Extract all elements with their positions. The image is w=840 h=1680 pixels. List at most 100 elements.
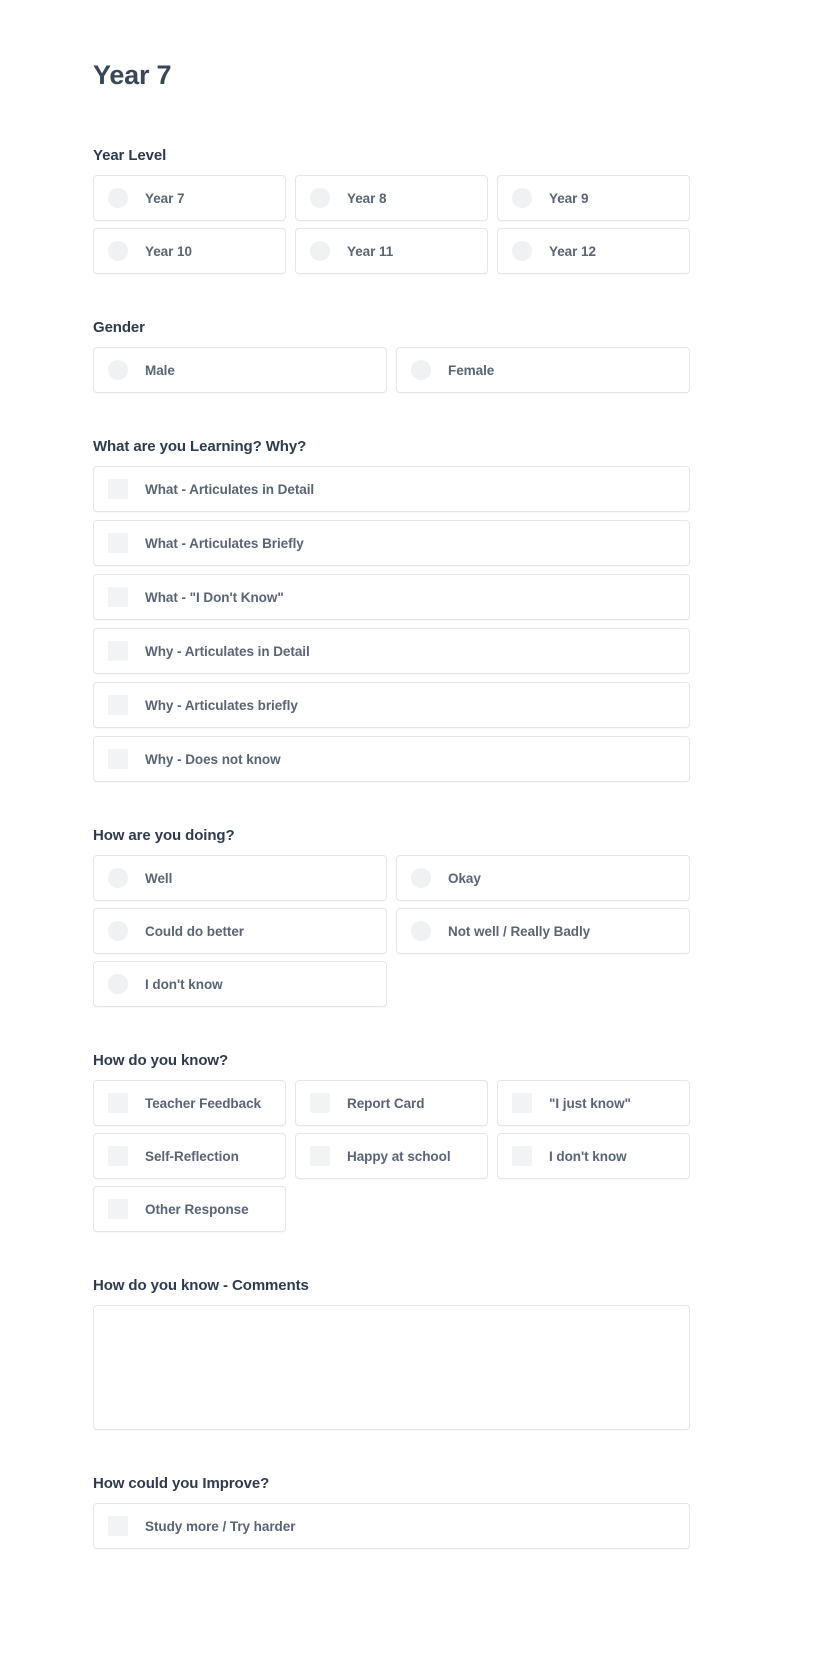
- radio-button-icon[interactable]: [310, 241, 330, 262]
- radio-button-icon[interactable]: [108, 974, 128, 995]
- option-label: Why - Articulates in Detail: [145, 643, 310, 659]
- section-title-how-do-you-know-comments: How do you know - Comments: [93, 1277, 309, 1295]
- option-label: Teacher Feedback: [145, 1095, 262, 1111]
- option-grid-how-do-you-know: Teacher Feedback Report Card "I just know"…: [93, 1080, 690, 1233]
- option-how-are-you-doing-2[interactable]: Could do better: [93, 908, 387, 955]
- radio-button-icon[interactable]: [310, 188, 330, 209]
- option-what-are-you-learning-why-2[interactable]: What - "I Don't Know": [93, 574, 690, 621]
- checkbox-icon[interactable]: [512, 1146, 532, 1167]
- option-label: Happy at school: [347, 1148, 451, 1164]
- option-how-could-you-improve-0[interactable]: Study more / Try harder: [93, 1503, 690, 1550]
- option-label: Report Card: [347, 1095, 425, 1111]
- form-page: Year 7 Year Level Year 7 Year 8 Year 9 Year …: [0, 0, 840, 1680]
- option-how-do-you-know-4[interactable]: Happy at school: [295, 1133, 488, 1180]
- option-label: Why - Does not know: [145, 751, 281, 767]
- option-what-are-you-learning-why-0[interactable]: What - Articulates in Detail: [93, 466, 690, 513]
- checkbox-icon[interactable]: [108, 587, 128, 608]
- radio-button-icon[interactable]: [411, 921, 431, 942]
- option-how-are-you-doing-0[interactable]: Well: [93, 855, 387, 902]
- option-label: Year 10: [145, 243, 192, 259]
- option-label: Other Response: [145, 1201, 249, 1217]
- option-label: Year 12: [549, 243, 596, 259]
- checkbox-icon[interactable]: [108, 1199, 128, 1220]
- checkbox-icon[interactable]: [108, 695, 128, 716]
- option-year-level-4[interactable]: Year 11: [295, 228, 488, 275]
- option-label: Male: [145, 362, 175, 378]
- option-label: Year 9: [549, 190, 589, 206]
- radio-button-icon[interactable]: [411, 360, 431, 381]
- option-label: Could do better: [145, 923, 244, 939]
- form-sections: Year Level Year 7 Year 8 Year 9 Year 10 Year …: [93, 147, 690, 1550]
- option-label: I don't know: [549, 1148, 627, 1164]
- option-grid-how-could-you-improve: Study more / Try harder: [93, 1503, 690, 1550]
- option-label: Year 11: [347, 243, 394, 259]
- checkbox-icon[interactable]: [108, 479, 128, 500]
- section-title-year-level: Year Level: [93, 147, 167, 165]
- section-how-do-you-know-comments: How do you know - Comments: [93, 1277, 690, 1431]
- option-how-are-you-doing-1[interactable]: Okay: [396, 855, 690, 902]
- option-how-do-you-know-3[interactable]: Self-Reflection: [93, 1133, 286, 1180]
- option-how-do-you-know-6[interactable]: Other Response: [93, 1186, 286, 1233]
- section-title-how-are-you-doing: How are you doing?: [93, 827, 235, 845]
- option-label: Not well / Really Badly: [448, 923, 591, 939]
- checkbox-icon[interactable]: [310, 1093, 330, 1114]
- radio-button-icon[interactable]: [108, 360, 128, 381]
- option-grid-year-level: Year 7 Year 8 Year 9 Year 10 Year 11 Year 12: [93, 175, 690, 275]
- option-label: Year 8: [347, 190, 387, 206]
- option-label: Female: [448, 362, 495, 378]
- option-year-level-5[interactable]: Year 12: [497, 228, 690, 275]
- radio-button-icon[interactable]: [512, 241, 532, 262]
- radio-button-icon[interactable]: [411, 868, 431, 889]
- option-label: Okay: [448, 870, 481, 886]
- radio-button-icon[interactable]: [108, 188, 128, 209]
- option-what-are-you-learning-why-3[interactable]: Why - Articulates in Detail: [93, 628, 690, 675]
- option-gender-0[interactable]: Male: [93, 347, 387, 394]
- section-year-level: Year Level Year 7 Year 8 Year 9 Year 10 Year …: [93, 147, 690, 275]
- option-label: What - Articulates Briefly: [145, 535, 304, 551]
- option-how-do-you-know-1[interactable]: Report Card: [295, 1080, 488, 1127]
- section-title-how-do-you-know: How do you know?: [93, 1052, 229, 1070]
- option-year-level-3[interactable]: Year 10: [93, 228, 286, 275]
- option-what-are-you-learning-why-1[interactable]: What - Articulates Briefly: [93, 520, 690, 567]
- option-what-are-you-learning-why-4[interactable]: Why - Articulates briefly: [93, 682, 690, 729]
- option-how-do-you-know-2[interactable]: "I just know": [497, 1080, 690, 1127]
- option-how-do-you-know-0[interactable]: Teacher Feedback: [93, 1080, 286, 1127]
- radio-button-icon[interactable]: [108, 241, 128, 262]
- option-how-are-you-doing-3[interactable]: Not well / Really Badly: [396, 908, 690, 955]
- option-label: Self-Reflection: [145, 1148, 239, 1164]
- option-how-do-you-know-5[interactable]: I don't know: [497, 1133, 690, 1180]
- option-year-level-2[interactable]: Year 9: [497, 175, 690, 222]
- option-grid-what-are-you-learning-why: What - Articulates in Detail What - Artic…: [93, 466, 690, 783]
- option-label: Study more / Try harder: [145, 1518, 296, 1534]
- option-label: I don't know: [145, 976, 223, 992]
- option-grid-gender: Male Female: [93, 347, 690, 394]
- radio-button-icon[interactable]: [108, 921, 128, 942]
- radio-button-icon[interactable]: [108, 868, 128, 889]
- checkbox-icon[interactable]: [108, 641, 128, 662]
- option-year-level-0[interactable]: Year 7: [93, 175, 286, 222]
- checkbox-icon[interactable]: [512, 1093, 532, 1114]
- section-how-are-you-doing: How are you doing? Well Okay Could do bette…: [93, 827, 690, 1008]
- textarea-how-do-you-know-comments[interactable]: [93, 1305, 690, 1431]
- radio-button-icon[interactable]: [512, 188, 532, 209]
- option-year-level-1[interactable]: Year 8: [295, 175, 488, 222]
- checkbox-icon[interactable]: [108, 1093, 128, 1114]
- checkbox-icon[interactable]: [108, 1516, 128, 1537]
- section-gender: Gender Male Female: [93, 319, 690, 394]
- section-title-what-are-you-learning-why: What are you Learning? Why?: [93, 438, 307, 456]
- option-label: Well: [145, 870, 173, 886]
- section-title-gender: Gender: [93, 319, 145, 337]
- option-grid-how-are-you-doing: Well Okay Could do better Not well / Really…: [93, 855, 690, 1008]
- option-what-are-you-learning-why-5[interactable]: Why - Does not know: [93, 736, 690, 783]
- option-how-are-you-doing-4[interactable]: I don't know: [93, 961, 387, 1008]
- option-label: What - Articulates in Detail: [145, 481, 315, 497]
- checkbox-icon[interactable]: [108, 749, 128, 770]
- checkbox-icon[interactable]: [108, 533, 128, 554]
- checkbox-icon[interactable]: [108, 1146, 128, 1167]
- option-label: Year 7: [145, 190, 185, 206]
- section-title-how-could-you-improve: How could you Improve?: [93, 1475, 270, 1493]
- checkbox-icon[interactable]: [310, 1146, 330, 1167]
- option-label: Why - Articulates briefly: [145, 697, 298, 713]
- option-gender-1[interactable]: Female: [396, 347, 690, 394]
- option-label: What - "I Don't Know": [145, 589, 284, 605]
